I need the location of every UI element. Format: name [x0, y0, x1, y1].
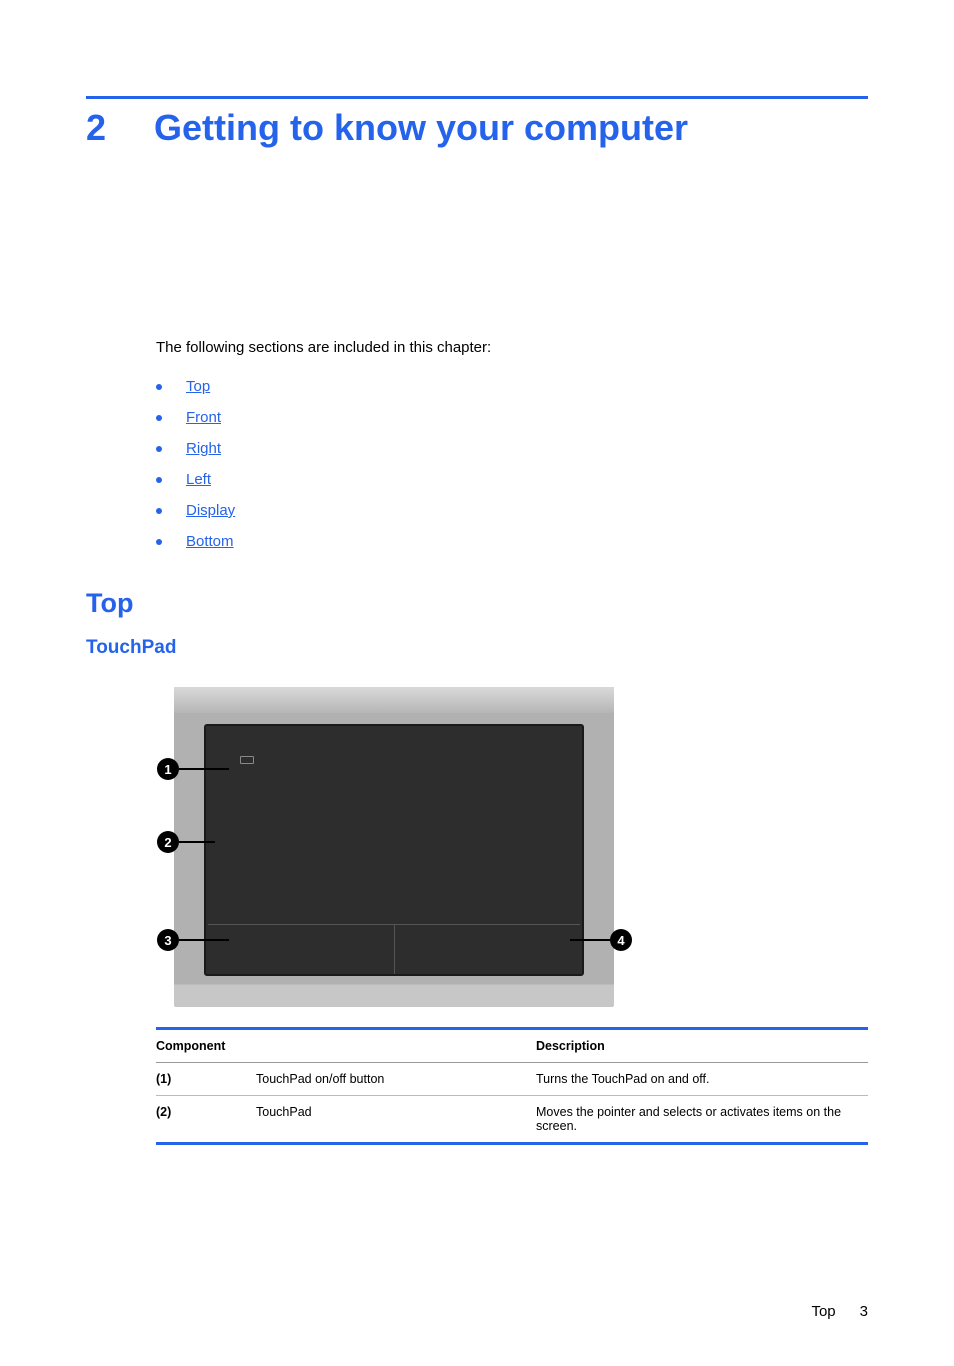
list-item: Right — [156, 440, 868, 457]
link-bottom[interactable]: Bottom — [186, 533, 234, 550]
table-header-description: Description — [536, 1029, 868, 1063]
section-list: Top Front Right Left Display Bottom — [156, 378, 868, 550]
callout-badge: 4 — [610, 929, 632, 951]
intro-text: The following sections are included in t… — [156, 339, 868, 356]
touchpad-surface — [204, 724, 584, 976]
cell-ref: (1) — [156, 1063, 256, 1096]
bezel-top-strip — [174, 687, 614, 713]
list-item: Front — [156, 409, 868, 426]
cell-description: Moves the pointer and selects or activat… — [536, 1096, 868, 1144]
callout-badge: 3 — [157, 929, 179, 951]
callout-badge: 1 — [157, 758, 179, 780]
link-top[interactable]: Top — [186, 378, 210, 395]
link-front[interactable]: Front — [186, 409, 221, 426]
callout-1: 1 — [157, 758, 229, 780]
table-row: (1) TouchPad on/off button Turns the Tou… — [156, 1063, 868, 1096]
chapter-title: Getting to know your computer — [154, 107, 688, 149]
chapter-header: 2 Getting to know your computer — [86, 107, 868, 149]
cell-component: TouchPad — [256, 1096, 536, 1144]
footer-page-number: 3 — [860, 1303, 868, 1320]
horizontal-rule — [86, 96, 868, 99]
cell-component: TouchPad on/off button — [256, 1063, 536, 1096]
callout-leader — [570, 939, 610, 941]
subsection-heading-touchpad: TouchPad — [86, 637, 868, 659]
touchpad-bezel — [174, 687, 614, 1007]
list-item: Display — [156, 502, 868, 519]
callout-leader — [179, 939, 229, 941]
footer-section: Top — [811, 1303, 835, 1320]
callout-4: 4 — [570, 929, 632, 951]
callout-leader — [179, 841, 215, 843]
cell-ref: (2) — [156, 1096, 256, 1144]
list-item: Top — [156, 378, 868, 395]
component-table: Component Description (1) TouchPad on/of… — [156, 1027, 868, 1145]
section-heading-top: Top — [86, 588, 868, 619]
link-display[interactable]: Display — [186, 502, 235, 519]
list-item: Left — [156, 471, 868, 488]
callout-3: 3 — [157, 929, 229, 951]
callout-leader — [179, 768, 229, 770]
callout-2: 2 — [157, 831, 215, 853]
page-footer: Top 3 — [811, 1303, 868, 1320]
touchpad-figure: 1 2 3 4 — [174, 687, 614, 1007]
list-item: Bottom — [156, 533, 868, 550]
cell-description: Turns the TouchPad on and off. — [536, 1063, 868, 1096]
touchpad-indicator-light — [240, 756, 254, 764]
table-row: (2) TouchPad Moves the pointer and selec… — [156, 1096, 868, 1144]
table-header-component: Component — [156, 1029, 536, 1063]
chapter-number: 2 — [86, 107, 106, 149]
touchpad-button-divider-v — [394, 924, 395, 974]
callout-badge: 2 — [157, 831, 179, 853]
link-left[interactable]: Left — [186, 471, 211, 488]
link-right[interactable]: Right — [186, 440, 221, 457]
